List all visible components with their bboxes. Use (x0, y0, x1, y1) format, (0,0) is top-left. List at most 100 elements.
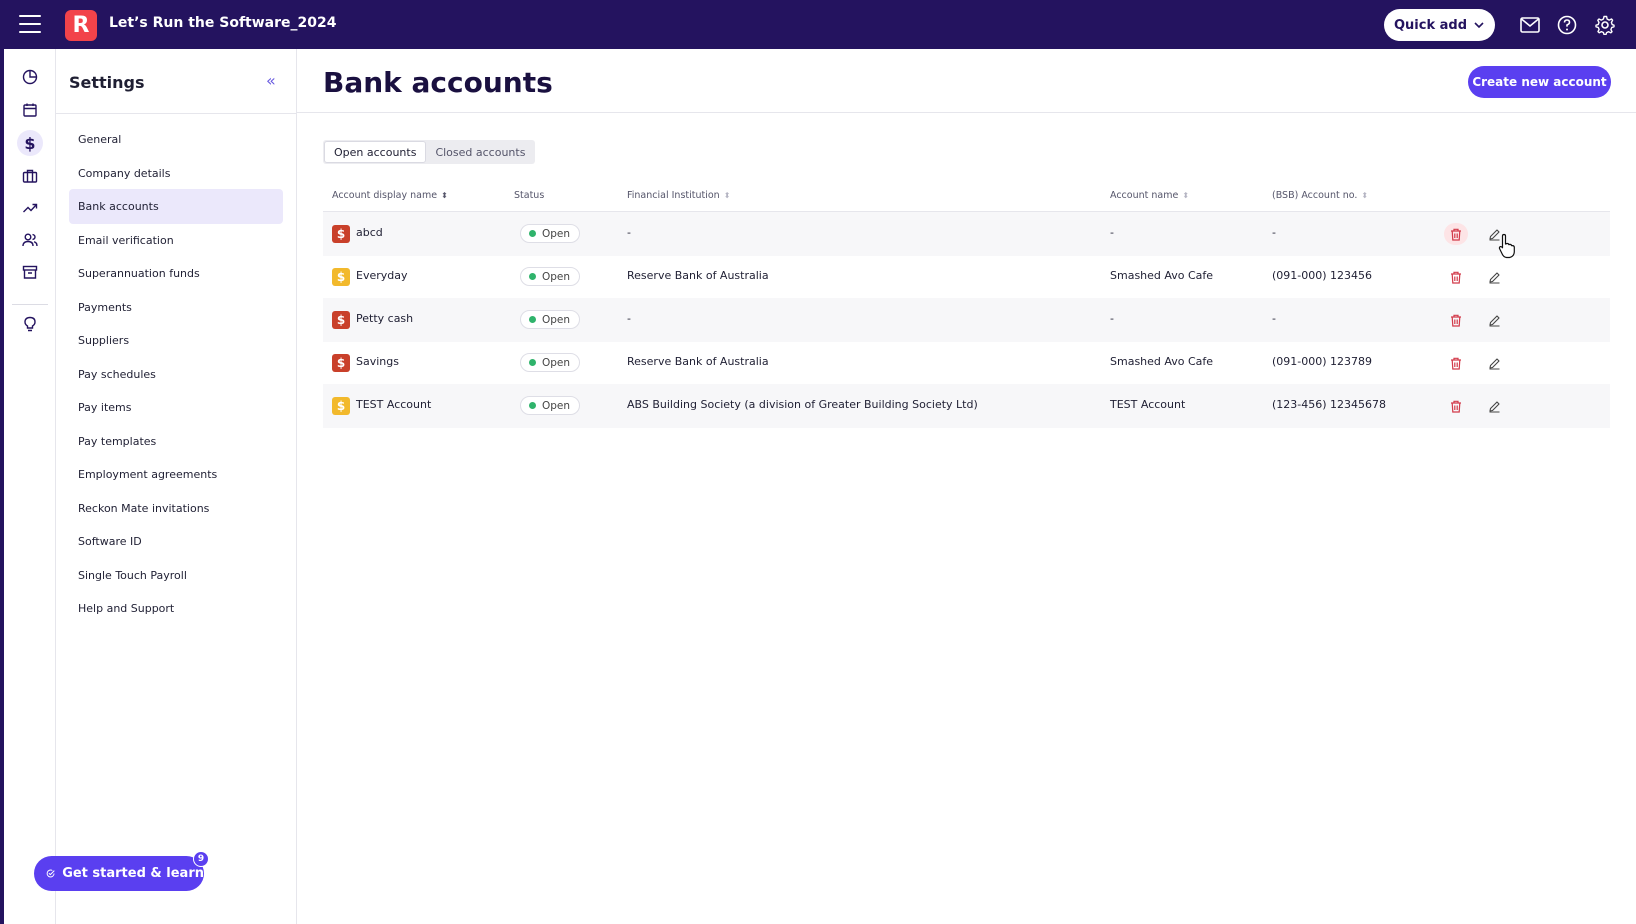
table-row[interactable]: $ TEST Account Open ABS Building Society (a… (323, 384, 1610, 428)
delete-button[interactable] (1444, 223, 1468, 245)
column-header-display-name[interactable]: Account display name ⬍ (332, 190, 448, 201)
sidebar-item-superannuation-funds[interactable]: Superannuation funds (69, 256, 283, 291)
account-display-name[interactable]: Petty cash (356, 312, 413, 325)
account-name: Smashed Avo Cafe (1110, 269, 1214, 282)
column-label: Account name (1110, 190, 1179, 201)
sidebar-item-payments[interactable]: Payments (69, 290, 283, 325)
account-display-name[interactable]: Everyday (356, 269, 408, 282)
status-label: Open (542, 313, 571, 326)
sidebar-item-single-touch-payroll[interactable]: Single Touch Payroll (69, 558, 283, 593)
sort-icon: ⬍ (1361, 190, 1369, 200)
sidebar-item-label: Bank accounts (78, 200, 159, 213)
sidebar-item-bank-accounts[interactable]: Bank accounts (69, 189, 283, 224)
column-label: Account display name (332, 190, 438, 201)
dollar-icon[interactable]: $ (17, 130, 43, 156)
divider (56, 113, 296, 114)
account-number: (091-000) 123456 (1272, 269, 1373, 282)
edit-button[interactable] (1482, 309, 1506, 331)
tab-open-accounts[interactable]: Open accounts (324, 141, 427, 163)
edit-button[interactable] (1482, 395, 1506, 417)
sidebar-item-reckon-mate-invitations[interactable]: Reckon Mate invitations (69, 491, 283, 526)
column-label: (BSB) Account no. (1272, 190, 1358, 201)
mail-icon[interactable] (1519, 14, 1541, 36)
trending-icon[interactable] (17, 195, 43, 221)
status-dot (529, 402, 536, 409)
check-circle-icon (46, 869, 55, 878)
status-label: Open (542, 399, 571, 412)
status-dot (529, 230, 536, 237)
delete-button[interactable] (1444, 395, 1468, 417)
people-icon[interactable] (17, 227, 43, 253)
sort-icon: ⬍ (441, 190, 448, 200)
delete-button[interactable] (1444, 309, 1468, 331)
tab-closed-accounts[interactable]: Closed accounts (426, 141, 534, 163)
archive-icon[interactable] (17, 259, 43, 285)
notification-badge: 9 (193, 851, 209, 867)
status-dot (529, 273, 536, 280)
status-label: Open (542, 270, 571, 283)
account-name: - (1110, 226, 1114, 239)
account-display-name[interactable]: abcd (356, 226, 383, 239)
column-label: Financial Institution (627, 190, 720, 201)
table-header: Account display name ⬍ Status Financial … (323, 182, 1610, 212)
status-dot (529, 359, 536, 366)
edit-button[interactable] (1482, 266, 1506, 288)
pencil-icon (1488, 357, 1501, 370)
get-started-button[interactable]: Get started & learn (34, 856, 204, 891)
sidebar-item-employment-agreements[interactable]: Employment agreements (69, 457, 283, 492)
sidebar-item-company-details[interactable]: Company details (69, 156, 283, 191)
column-header-institution[interactable]: Financial Institution ⬍ (627, 190, 730, 201)
calendar-icon[interactable] (17, 97, 43, 123)
sidebar-item-software-id[interactable]: Software ID (69, 524, 283, 559)
financial-institution: ABS Building Society (a division of Grea… (627, 398, 978, 411)
sidebar-item-label: General (78, 133, 122, 146)
menu-icon[interactable] (19, 15, 41, 33)
delete-button[interactable] (1444, 266, 1468, 288)
pencil-icon (1488, 400, 1501, 413)
delete-button[interactable] (1444, 352, 1468, 374)
dollar-icon: $ (332, 311, 350, 329)
sidebar-item-pay-templates[interactable]: Pay templates (69, 424, 283, 459)
sidebar-item-pay-items[interactable]: Pay items (69, 390, 283, 425)
account-name: Smashed Avo Cafe (1110, 355, 1214, 368)
sidebar-item-suppliers[interactable]: Suppliers (69, 323, 283, 358)
table-row[interactable]: $ Everyday Open Reserve Bank of Australia Sm… (323, 255, 1610, 299)
create-account-button[interactable]: Create new account (1468, 66, 1611, 98)
account-name: TEST Account (1110, 398, 1186, 411)
collapse-icon[interactable]: « (266, 71, 276, 90)
sort-icon: ⬍ (723, 190, 731, 200)
account-display-name[interactable]: Savings (356, 355, 399, 368)
financial-institution: - (627, 226, 631, 239)
financial-institution: - (627, 312, 631, 325)
sidebar-item-label: Employment agreements (78, 468, 218, 481)
lightbulb-icon[interactable] (17, 311, 43, 337)
column-header-account-name[interactable]: Account name ⬍ (1110, 190, 1189, 201)
sidebar-item-general[interactable]: General (69, 122, 283, 157)
briefcase-icon[interactable] (17, 163, 43, 189)
status-badge: Open (520, 310, 581, 329)
account-display-name[interactable]: TEST Account (356, 398, 431, 411)
trash-icon (1450, 314, 1462, 327)
quick-add-button[interactable]: Quick add (1384, 9, 1495, 41)
gear-icon[interactable] (1594, 14, 1616, 36)
sidebar-item-email-verification[interactable]: Email verification (69, 223, 283, 258)
table-row[interactable]: $ Savings Open Reserve Bank of Australia Sma… (323, 341, 1610, 385)
reckon-logo[interactable]: R (65, 10, 97, 41)
help-icon[interactable] (1556, 14, 1578, 36)
sidebar-item-label: Single Touch Payroll (78, 568, 187, 582)
column-header-account-no[interactable]: (BSB) Account no. ⬍ (1272, 190, 1368, 201)
dashboard-icon[interactable] (17, 64, 43, 90)
chevron-down-icon (1474, 22, 1484, 29)
table-row[interactable]: $ abcd Open - - - (323, 212, 1610, 256)
trash-icon (1450, 228, 1462, 241)
account-number: - (1272, 312, 1276, 325)
trash-icon (1450, 400, 1462, 413)
table-row[interactable]: $ Petty cash Open - - - (323, 298, 1610, 342)
sidebar-item-pay-schedules[interactable]: Pay schedules (69, 357, 283, 392)
status-dot (529, 316, 536, 323)
status-badge: Open (520, 396, 581, 415)
edit-button[interactable] (1482, 352, 1506, 374)
sidebar-item-help-and-support[interactable]: Help and Support (69, 591, 283, 626)
trash-icon (1450, 271, 1462, 284)
mouse-cursor-icon (1498, 233, 1516, 263)
